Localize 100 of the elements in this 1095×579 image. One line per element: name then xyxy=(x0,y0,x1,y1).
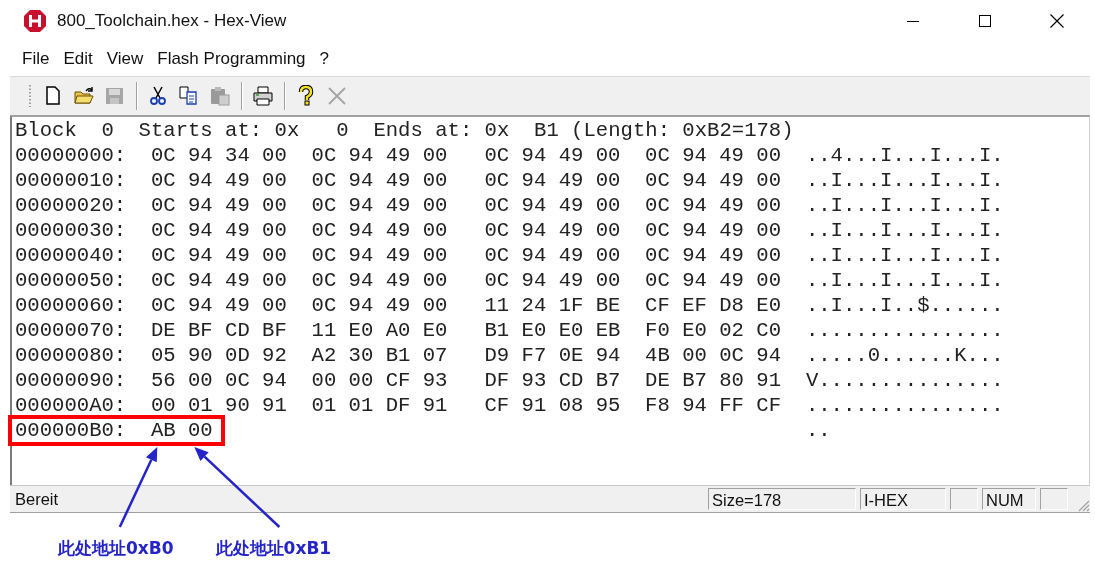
hex-byte: 49 xyxy=(719,218,744,243)
hex-byte: 49 xyxy=(719,243,744,268)
hex-byte: 00 xyxy=(422,143,448,168)
window-title: 800_Toolchain.hex - Hex-View xyxy=(57,11,287,31)
hex-byte: 0C xyxy=(645,243,670,268)
hex-byte: DE xyxy=(645,368,670,393)
hex-byte: BF xyxy=(188,318,213,343)
status-pane: Size=178 xyxy=(708,488,856,510)
hex-byte: CF xyxy=(484,393,510,418)
hex-byte: 94 xyxy=(682,268,707,293)
hex-byte: 0E xyxy=(558,343,584,368)
address-cell: 00000000: xyxy=(15,143,127,168)
hex-byte: 90 xyxy=(225,393,250,418)
hex-byte: 94 xyxy=(521,168,547,193)
hex-byte: 94 xyxy=(682,193,707,218)
hex-byte: 00 xyxy=(262,268,287,293)
address-cell: 00000080: xyxy=(15,343,127,368)
hex-byte: 94 xyxy=(188,218,213,243)
folder-icon xyxy=(72,85,95,107)
hex-byte: 08 xyxy=(558,393,584,418)
hex-byte: 95 xyxy=(595,393,621,418)
close-icon xyxy=(325,85,348,107)
annotation-label: 此处地址0xB0 xyxy=(58,537,174,560)
maximize-icon xyxy=(979,15,991,27)
hex-byte: 00 xyxy=(595,218,621,243)
hex-byte: 49 xyxy=(385,268,411,293)
address-cell: 00000020: xyxy=(15,193,127,218)
hex-byte: 94 xyxy=(756,343,781,368)
hex-byte: 00 xyxy=(150,393,176,418)
hex-byte: 49 xyxy=(385,193,411,218)
hex-byte: EF xyxy=(682,293,707,318)
hex-byte: 05 xyxy=(150,343,176,368)
hex-byte: 00 xyxy=(756,218,781,243)
hex-byte: 0C xyxy=(150,243,176,268)
resize-grip[interactable] xyxy=(1076,498,1090,512)
hex-byte: 94 xyxy=(188,243,213,268)
hex-byte: CD xyxy=(558,368,584,393)
hex-byte: 0C xyxy=(645,168,670,193)
hex-byte: 49 xyxy=(385,218,411,243)
hex-byte: 0C xyxy=(311,143,337,168)
address-cell: 00000090: xyxy=(15,368,127,393)
toolbar-grip[interactable] xyxy=(28,84,32,108)
ascii-text: .. xyxy=(805,418,831,443)
hex-byte: 0C xyxy=(225,368,250,393)
hex-byte: 00 xyxy=(595,193,621,218)
hex-byte: 0C xyxy=(645,218,670,243)
hex-byte: E0 xyxy=(756,293,781,318)
address-cell: 00000070: xyxy=(15,318,127,343)
menu-item[interactable]: ? xyxy=(312,49,337,69)
menu-item[interactable]: File xyxy=(15,49,57,69)
ascii-text: ..I...I...I...I. xyxy=(805,218,1004,243)
hex-byte: 94 xyxy=(262,368,287,393)
hex-byte: 49 xyxy=(719,268,744,293)
copy-icon xyxy=(177,85,200,107)
menu-item[interactable]: Flash Programming xyxy=(150,49,313,69)
hex-byte: 00 xyxy=(422,268,448,293)
hex-byte: 1F xyxy=(558,293,584,318)
ascii-text: ..I...I...I...I. xyxy=(805,193,1004,218)
hex-byte: A2 xyxy=(311,343,337,368)
hex-byte: 49 xyxy=(385,143,411,168)
hex-byte: E0 xyxy=(348,318,374,343)
hex-byte: 94 xyxy=(521,193,547,218)
hex-byte: 94 xyxy=(348,193,374,218)
hex-byte: 00 xyxy=(262,168,287,193)
hex-byte: CD xyxy=(225,318,250,343)
address-cell: 00000040: xyxy=(15,243,127,268)
hex-byte: 0C xyxy=(150,168,176,193)
annotation-label: 此处地址0xB1 xyxy=(215,537,332,560)
hex-byte: 0C xyxy=(150,293,176,318)
hex-byte: DE xyxy=(150,318,176,343)
hex-byte: DF xyxy=(385,393,411,418)
hex-byte: 34 xyxy=(225,143,250,168)
ascii-text: ..I...I..$...... xyxy=(805,293,1004,318)
hex-byte: 4B xyxy=(645,343,670,368)
menu-item[interactable]: View xyxy=(99,49,151,69)
menu-item[interactable]: Edit xyxy=(56,49,100,69)
hex-byte: 94 xyxy=(682,393,707,418)
hex-byte: CF xyxy=(385,368,411,393)
hex-byte: 49 xyxy=(558,143,584,168)
hex-byte: 0C xyxy=(645,268,670,293)
hex-byte: 91 xyxy=(521,393,547,418)
hex-byte: F8 xyxy=(645,393,670,418)
hex-byte: 94 xyxy=(595,343,621,368)
hex-byte: 94 xyxy=(682,243,707,268)
hex-byte: 30 xyxy=(348,343,374,368)
close-icon xyxy=(1050,14,1064,28)
hex-byte: 49 xyxy=(385,243,411,268)
hex-byte: 94 xyxy=(521,143,547,168)
hex-byte: 94 xyxy=(348,268,374,293)
hex-byte: 49 xyxy=(225,168,250,193)
hex-byte: 00 xyxy=(348,368,374,393)
hex-byte: 49 xyxy=(558,218,584,243)
hex-byte: 11 xyxy=(484,293,510,318)
hex-byte: 94 xyxy=(682,218,707,243)
status-pane: NUM xyxy=(982,488,1036,510)
hex-byte: 00 xyxy=(262,218,287,243)
hex-byte: CF xyxy=(756,393,781,418)
hex-byte: 91 xyxy=(422,393,448,418)
hex-byte: 93 xyxy=(422,368,448,393)
hex-byte: 00 xyxy=(262,143,287,168)
